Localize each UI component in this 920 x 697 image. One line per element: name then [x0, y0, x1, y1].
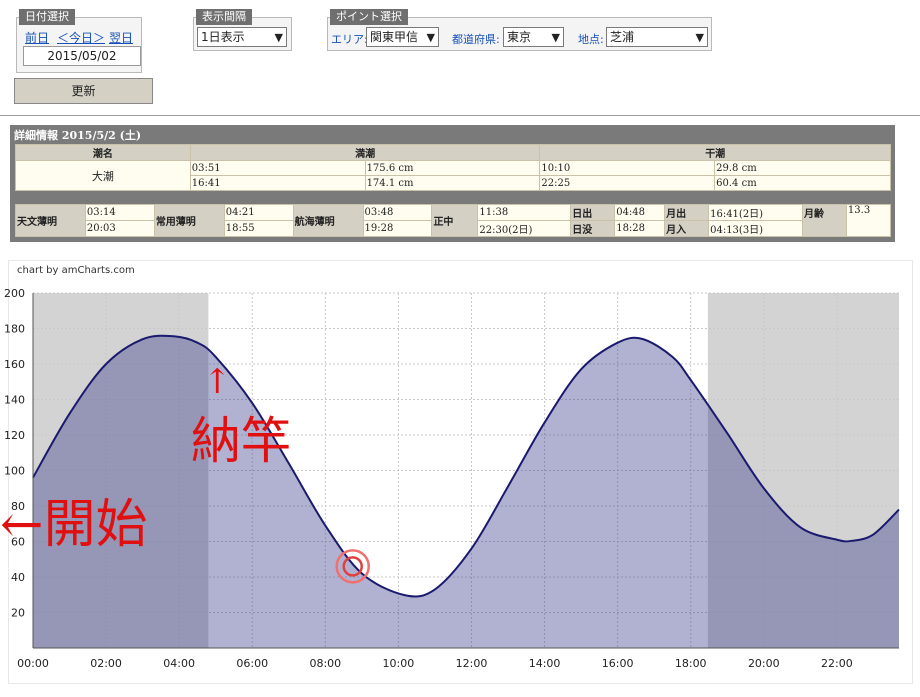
y-tick-label: 120	[4, 429, 25, 442]
x-tick-label: 08:00	[309, 657, 341, 670]
y-tick-label: 180	[4, 323, 25, 336]
x-tick-label: 14:00	[529, 657, 561, 670]
finish-annotation: 納竿	[191, 412, 291, 470]
x-tick-label: 12:00	[456, 657, 488, 670]
x-tick-label: 02:00	[90, 657, 122, 670]
x-tick-label: 10:00	[383, 657, 415, 670]
x-tick-label: 00:00	[17, 657, 49, 670]
y-tick-label: 160	[4, 358, 25, 371]
x-tick-label: 06:00	[236, 657, 268, 670]
y-tick-label: 140	[4, 394, 25, 407]
start-annotation: ←開始	[0, 495, 148, 555]
y-tick-label: 200	[4, 287, 25, 300]
y-tick-label: 100	[4, 465, 25, 478]
finish-arrow: ↑	[203, 362, 232, 402]
x-tick-label: 04:00	[163, 657, 195, 670]
x-tick-label: 16:00	[602, 657, 634, 670]
y-tick-label: 40	[11, 571, 25, 584]
y-tick-label: 20	[11, 607, 25, 620]
tide-chart: 2040608010012014016018020000:00 02:00 04:0…	[4, 287, 900, 670]
x-tick-label: 22:00	[821, 657, 853, 670]
x-tick-label: 20:00	[748, 657, 780, 670]
x-tick-label: 18:00	[675, 657, 707, 670]
